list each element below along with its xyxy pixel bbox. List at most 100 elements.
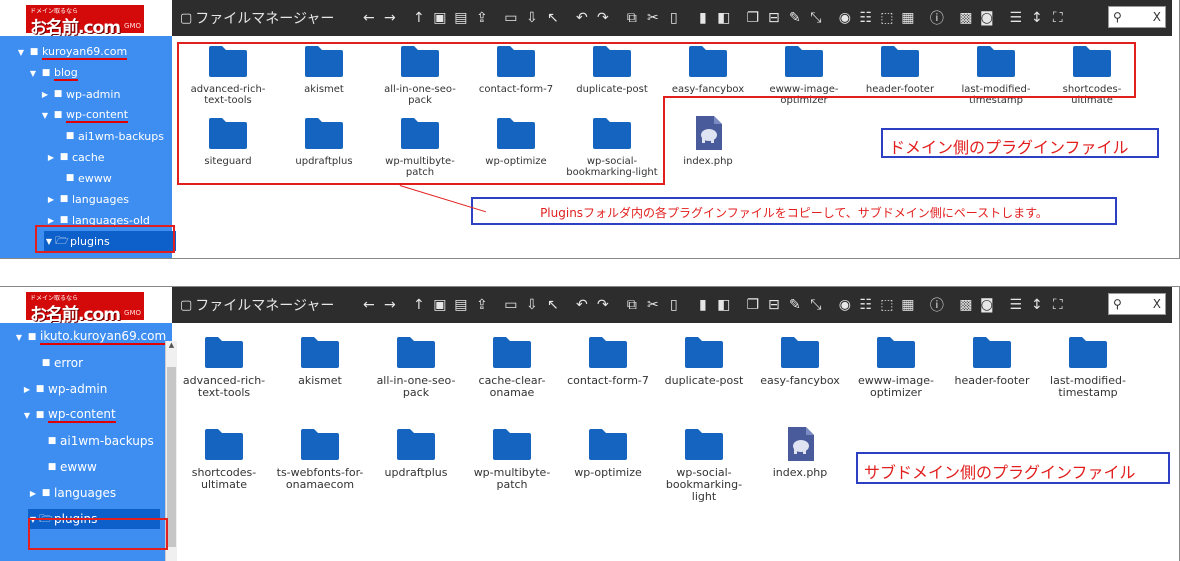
view-icon[interactable]: ◉: [834, 6, 855, 30]
edit-icon[interactable]: ✎: [784, 6, 805, 30]
file-item[interactable]: index.php: [753, 427, 847, 479]
expand-right-icon[interactable]: ▶: [28, 489, 38, 498]
delete-icon[interactable]: ▮: [692, 6, 713, 30]
arrow-left-icon[interactable]: ←: [358, 293, 379, 317]
expand-right-icon[interactable]: ▶: [22, 385, 32, 394]
folder-item[interactable]: all-in-one-seo-pack: [369, 335, 463, 399]
extract-icon[interactable]: ◙: [976, 293, 997, 317]
upload-icon[interactable]: ⇪: [471, 293, 492, 317]
download-icon[interactable]: ⇩: [521, 6, 542, 30]
tree-item-cache[interactable]: ▶ ■ cache: [46, 147, 105, 167]
rename-icon[interactable]: ⊟: [763, 6, 784, 30]
copy-icon[interactable]: ⧉: [621, 6, 642, 30]
tree-item-languages[interactable]: ▶ ■ languages: [46, 189, 129, 209]
folder-item[interactable]: last-modified-timestamp: [1041, 335, 1135, 399]
arrow-up-icon[interactable]: ↑: [408, 293, 429, 317]
tree-item-ai1wm-backups[interactable]: ■ ai1wm-backups: [52, 126, 164, 146]
undo-icon[interactable]: ↶: [571, 293, 592, 317]
folder-item[interactable]: updraftplus: [369, 427, 463, 479]
scroll-up-icon[interactable]: ▲: [166, 341, 177, 351]
info-icon[interactable]: ⓘ: [926, 293, 947, 317]
folder-item[interactable]: wp-multibyte-patch: [465, 427, 559, 491]
sort-icon[interactable]: ↕: [1026, 6, 1047, 30]
list-view-icon[interactable]: ☰: [1005, 293, 1026, 317]
redo-icon[interactable]: ↷: [592, 6, 613, 30]
select-all-icon[interactable]: ☷: [855, 293, 876, 317]
rename-icon[interactable]: ⊟: [763, 293, 784, 317]
extract-icon[interactable]: ◙: [976, 6, 997, 30]
edit-icon[interactable]: ✎: [784, 293, 805, 317]
tree-item-wp-content[interactable]: ▼ ■ wp-content: [40, 105, 129, 125]
expand-right-icon[interactable]: ▶: [46, 195, 56, 204]
new-folder-icon[interactable]: ▤: [450, 293, 471, 317]
list-view-icon[interactable]: ☰: [1005, 6, 1026, 30]
tree-item-blog[interactable]: ▼ ■ blog: [28, 63, 78, 83]
copy-icon[interactable]: ⧉: [621, 293, 642, 317]
new-file-icon[interactable]: ▣: [429, 6, 450, 30]
archive-icon[interactable]: ▩: [955, 293, 976, 317]
folder-item[interactable]: shortcodes-ultimate: [177, 427, 271, 491]
folder-item[interactable]: ts-webfonts-for-onamaecom: [273, 427, 367, 491]
folder-item[interactable]: easy-fancybox: [753, 335, 847, 387]
tree-item-ewww[interactable]: ■ ewww: [52, 168, 112, 188]
new-folder-icon[interactable]: ▤: [450, 6, 471, 30]
expand-down-icon[interactable]: ▼: [14, 333, 24, 342]
folder-item[interactable]: header-footer: [945, 335, 1039, 387]
duplicate-icon[interactable]: ❐: [742, 6, 763, 30]
paste-icon[interactable]: ▯: [663, 293, 684, 317]
undo-icon[interactable]: ↶: [571, 6, 592, 30]
arrow-right-icon[interactable]: →: [379, 293, 400, 317]
expand-down-icon[interactable]: ▼: [16, 48, 26, 57]
select-none-icon[interactable]: ⬚: [876, 293, 897, 317]
search-close-icon[interactable]: X: [1153, 10, 1161, 24]
select-icon[interactable]: ▭: [500, 293, 521, 317]
select-all-icon[interactable]: ☷: [855, 6, 876, 30]
pointer-icon[interactable]: ↖: [542, 293, 563, 317]
folder-item[interactable]: wp-optimize: [561, 427, 655, 479]
tree-item-kuroyan69-com[interactable]: ▼ ■ kuroyan69.com: [16, 42, 128, 62]
search-input[interactable]: ⚲ X: [1108, 6, 1166, 28]
delete-icon[interactable]: ▮: [692, 293, 713, 317]
tree-item-wp-admin[interactable]: ▶ ■ wp-admin: [40, 84, 121, 104]
folder-item[interactable]: akismet: [273, 335, 367, 387]
arrow-up-icon[interactable]: ↑: [408, 6, 429, 30]
folder-item[interactable]: wp-social-bookmarking-light: [657, 427, 751, 503]
scrollbar-thumb[interactable]: [167, 367, 176, 547]
tree-item-ikuto-kuroyan69-com[interactable]: ▼ ■ ikuto.kuroyan69.com: [14, 327, 167, 347]
resize-icon[interactable]: ⤡: [805, 293, 826, 317]
arrow-left-icon[interactable]: ←: [358, 6, 379, 30]
search-close-icon[interactable]: X: [1153, 297, 1161, 311]
expand-down-icon[interactable]: ▼: [40, 111, 50, 120]
invert-select-icon[interactable]: ▦: [897, 6, 918, 30]
invert-select-icon[interactable]: ▦: [897, 293, 918, 317]
onamae-logo[interactable]: ドメイン取るなら お名前.com GMO: [26, 292, 144, 325]
search-input[interactable]: ⚲ X: [1108, 293, 1166, 315]
file-item[interactable]: index.php: [661, 116, 755, 167]
folder-item[interactable]: advanced-rich-text-tools: [177, 335, 271, 399]
download-icon[interactable]: ⇩: [521, 293, 542, 317]
expand-right-icon[interactable]: ▶: [46, 216, 56, 225]
expand-down-icon[interactable]: ▼: [28, 69, 38, 78]
info-icon[interactable]: ⓘ: [926, 6, 947, 30]
folder-item[interactable]: duplicate-post: [657, 335, 751, 387]
tree-item-wp-admin[interactable]: ▶ ■ wp-admin: [22, 379, 107, 399]
resize-icon[interactable]: ⤡: [805, 6, 826, 30]
fullscreen-icon[interactable]: ⛶: [1047, 293, 1068, 317]
tree-item-ewww[interactable]: ■ ewww: [34, 457, 97, 477]
folder-item[interactable]: cache-clear-onamae: [465, 335, 559, 399]
folder-item[interactable]: ewww-image-optimizer: [849, 335, 943, 399]
sort-icon[interactable]: ↕: [1026, 293, 1047, 317]
pointer-icon[interactable]: ↖: [542, 6, 563, 30]
arrow-right-icon[interactable]: →: [379, 6, 400, 30]
tree-item-wp-content[interactable]: ▼ ■ wp-content: [22, 405, 116, 425]
folder-item[interactable]: contact-form-7: [561, 335, 655, 387]
tree-item-ai1wm-backups[interactable]: ■ ai1wm-backups: [34, 431, 154, 451]
cut-icon[interactable]: ✂: [642, 293, 663, 317]
new-file-icon[interactable]: ▣: [429, 293, 450, 317]
redo-icon[interactable]: ↷: [592, 293, 613, 317]
archive-icon[interactable]: ▩: [955, 6, 976, 30]
fullscreen-icon[interactable]: ⛶: [1047, 6, 1068, 30]
empty-icon[interactable]: ◧: [713, 293, 734, 317]
duplicate-icon[interactable]: ❐: [742, 293, 763, 317]
expand-right-icon[interactable]: ▶: [40, 90, 50, 99]
